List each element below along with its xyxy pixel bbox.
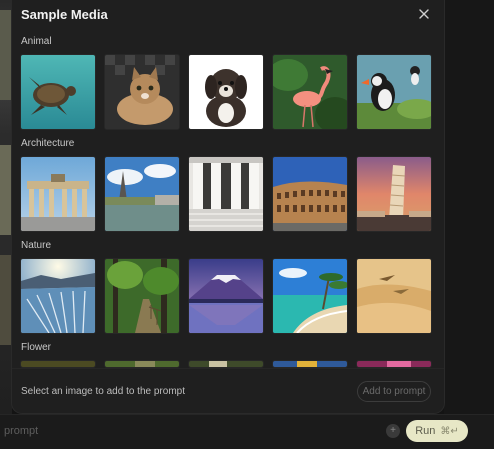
dialog-title: Sample Media — [21, 7, 108, 22]
footer-instruction: Select an image to add to the prompt — [21, 386, 185, 397]
section-label-architecture: Architecture — [21, 138, 75, 149]
media-tile-puffin[interactable] — [357, 55, 431, 129]
forest-path-image — [105, 259, 179, 333]
media-row-flower — [21, 361, 431, 367]
flower-image — [189, 361, 263, 367]
background-thumbnail — [0, 145, 12, 235]
puffin-image — [357, 55, 431, 129]
media-tile-sea-turtle[interactable] — [21, 55, 95, 129]
brandenburg-gate-image — [21, 157, 95, 231]
section-label-nature: Nature — [21, 240, 52, 251]
media-tile-desert-dunes[interactable] — [357, 259, 431, 333]
background-thumbnail — [0, 10, 12, 100]
media-row-animal — [21, 55, 431, 129]
media-tile-forest-path[interactable] — [105, 259, 179, 333]
media-tile-flower-4[interactable] — [273, 361, 347, 367]
media-tile-flower-1[interactable] — [21, 361, 95, 367]
media-tile-leaning-tower-pisa[interactable] — [357, 157, 431, 231]
media-tile-flower-5[interactable] — [357, 361, 431, 367]
eiffel-tower-river-image — [105, 157, 179, 231]
media-tile-brandenburg-gate[interactable] — [21, 157, 95, 231]
prompt-bar: prompt + Run ⌘↵ — [0, 414, 494, 449]
mount-fuji-lake-image — [189, 259, 263, 333]
tabby-kitten-image — [105, 55, 179, 129]
flower-image — [105, 361, 179, 367]
media-tile-colosseum[interactable] — [273, 157, 347, 231]
run-shortcut: ⌘↵ — [440, 425, 459, 437]
glacier-image — [21, 259, 95, 333]
attach-icon[interactable]: + — [386, 424, 400, 438]
background-thumbnail — [0, 255, 12, 345]
run-button[interactable]: Run ⌘↵ — [406, 420, 468, 442]
media-tile-glacier[interactable] — [21, 259, 95, 333]
colosseum-image — [273, 157, 347, 231]
media-row-nature — [21, 259, 431, 333]
media-tile-mount-fuji-lake[interactable] — [189, 259, 263, 333]
flower-image — [357, 361, 431, 367]
media-tile-tabby-kitten[interactable] — [105, 55, 179, 129]
tropical-beach-image — [273, 259, 347, 333]
media-tile-tropical-beach[interactable] — [273, 259, 347, 333]
background-left-panel — [0, 0, 12, 449]
media-tile-neoclassical-columns[interactable] — [189, 157, 263, 231]
footer-divider — [12, 368, 444, 369]
media-tile-flower-2[interactable] — [105, 361, 179, 367]
media-tile-puppy[interactable] — [189, 55, 263, 129]
sea-turtle-image — [21, 55, 95, 129]
media-tile-eiffel-tower-river[interactable] — [105, 157, 179, 231]
background-right-panel — [444, 0, 494, 449]
sample-media-dialog: Sample Media Animal Architecture Nature … — [12, 0, 444, 413]
puppy-image — [189, 55, 263, 129]
flower-image — [273, 361, 347, 367]
flower-image — [21, 361, 95, 367]
close-icon[interactable] — [418, 8, 430, 20]
add-to-prompt-button[interactable]: Add to prompt — [357, 381, 431, 402]
leaning-tower-pisa-image — [357, 157, 431, 231]
media-tile-flower-3[interactable] — [189, 361, 263, 367]
media-row-architecture — [21, 157, 431, 231]
media-tile-flamingo[interactable] — [273, 55, 347, 129]
prompt-input-placeholder[interactable]: prompt — [4, 425, 38, 437]
neoclassical-columns-image — [189, 157, 263, 231]
section-label-flower: Flower — [21, 342, 52, 353]
flamingo-image — [273, 55, 347, 129]
section-label-animal: Animal — [21, 36, 52, 47]
run-button-label: Run — [415, 425, 436, 437]
desert-dunes-image — [357, 259, 431, 333]
